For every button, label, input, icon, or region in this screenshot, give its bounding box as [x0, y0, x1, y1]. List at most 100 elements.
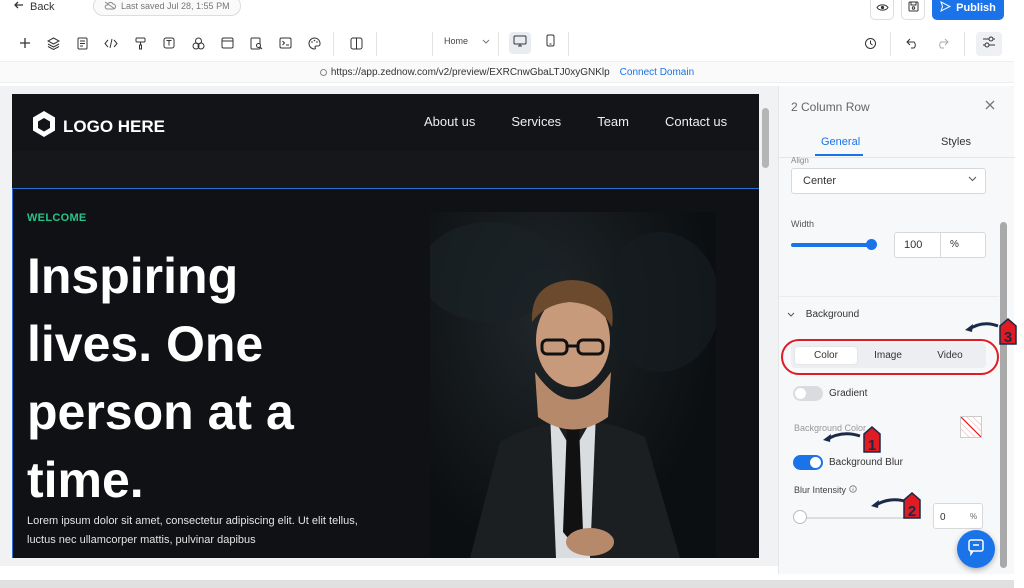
- palette-icon[interactable]: [306, 35, 322, 51]
- annotation-arrow-icon: 1: [823, 426, 881, 454]
- nav-link-about[interactable]: About us: [424, 114, 475, 129]
- arrow-left-icon: [14, 0, 24, 13]
- align-label: Align: [791, 156, 809, 165]
- canvas-scrollbar[interactable]: [761, 94, 771, 556]
- last-saved-badge: Last saved Jul 28, 1:55 PM: [93, 0, 241, 16]
- publish-button[interactable]: Publish: [932, 0, 1004, 20]
- settings-toggle-button[interactable]: [976, 32, 1002, 56]
- width-unit[interactable]: %: [941, 233, 959, 257]
- hero-photo[interactable]: [430, 212, 716, 558]
- cloud-off-icon: [104, 1, 116, 12]
- annotation-number: 3: [1004, 329, 1012, 346]
- close-icon[interactable]: [985, 98, 995, 113]
- no-color-icon: [961, 417, 981, 437]
- layers-icon[interactable]: [45, 35, 61, 51]
- form-search-icon[interactable]: [248, 35, 264, 51]
- hero-paragraph[interactable]: Lorem ipsum dolor sit amet, consectetur …: [27, 512, 372, 550]
- section-spacer: [12, 151, 759, 188]
- toolbar-divider: [568, 32, 569, 56]
- back-button[interactable]: Back: [14, 0, 54, 13]
- chat-icon: [967, 538, 985, 561]
- desktop-view-button[interactable]: [509, 32, 531, 54]
- blur-intensity-label: Blur Intensity: [794, 485, 857, 495]
- hexagon-logo-icon: [29, 109, 59, 144]
- width-input[interactable]: 100 %: [894, 232, 986, 258]
- save-icon: [908, 0, 919, 17]
- nav-link-services[interactable]: Services: [511, 114, 561, 129]
- align-select-value: Center: [803, 175, 837, 187]
- width-slider-track[interactable]: [791, 243, 871, 247]
- headline-line: time.: [27, 452, 144, 508]
- blur-intensity-text: Blur Intensity: [794, 485, 847, 495]
- blur-value[interactable]: 0: [940, 512, 946, 523]
- toolbar-divider: [333, 32, 334, 56]
- panel-title: 2 Column Row: [791, 100, 870, 114]
- blur-unit: %: [970, 512, 978, 521]
- blur-slider-knob[interactable]: [793, 510, 807, 524]
- paint-roller-icon[interactable]: [132, 35, 148, 51]
- sliders-icon: [982, 35, 996, 53]
- blur-intensity-input[interactable]: 0 %: [933, 503, 983, 529]
- save-button[interactable]: [901, 0, 925, 20]
- browser-icon[interactable]: [219, 35, 235, 51]
- annotation-number: 2: [908, 503, 916, 520]
- tab-general[interactable]: General: [814, 136, 864, 156]
- site-header[interactable]: LOGO HERE About us Services Team Contact…: [12, 94, 759, 151]
- connect-domain-link[interactable]: Connect Domain: [620, 67, 694, 78]
- columns-icon[interactable]: [348, 35, 364, 51]
- tab-styles[interactable]: Styles: [941, 136, 971, 148]
- top-bar: Back Last saved Jul 28, 1:55 PM Publish: [0, 0, 1014, 20]
- page-icon[interactable]: [74, 35, 90, 51]
- width-label: Width: [791, 219, 815, 229]
- width-value[interactable]: 100: [895, 233, 941, 257]
- headline-line: Inspiring: [27, 248, 239, 304]
- headline-line: lives. One: [27, 316, 264, 372]
- code-icon[interactable]: [103, 35, 119, 51]
- scrollbar-thumb[interactable]: [762, 108, 769, 168]
- width-slider-knob[interactable]: [866, 239, 877, 250]
- background-color-swatch[interactable]: [960, 416, 982, 438]
- text-icon[interactable]: [161, 35, 177, 51]
- window-bottom-edge: [0, 580, 1014, 588]
- chevron-down-icon: [482, 36, 490, 46]
- site-logo[interactable]: LOGO HERE: [29, 109, 165, 144]
- background-label: Background: [805, 309, 860, 320]
- info-icon[interactable]: [848, 485, 857, 495]
- chat-support-button[interactable]: [957, 530, 995, 568]
- redo-icon[interactable]: [934, 35, 950, 51]
- background-blur-label: Background Blur: [829, 457, 903, 468]
- editor-canvas: LOGO HERE About us Services Team Contact…: [0, 86, 778, 566]
- monitor-icon: [513, 34, 527, 52]
- panel-scrollbar[interactable]: [1000, 222, 1007, 574]
- status-dot-icon: [319, 68, 327, 76]
- phone-icon: [546, 34, 555, 52]
- shapes-icon[interactable]: [190, 35, 206, 51]
- annotation-arrow-icon: 2: [871, 492, 921, 520]
- scrollbar-thumb[interactable]: [1000, 222, 1007, 568]
- chevron-down-icon: [968, 174, 977, 185]
- preview-url[interactable]: https://app.zednow.com/v2/preview/EXRCnw…: [331, 67, 610, 78]
- welcome-eyebrow[interactable]: WELCOME: [27, 212, 87, 224]
- plus-icon[interactable]: [17, 35, 33, 51]
- terminal-icon[interactable]: [277, 35, 293, 51]
- hero-headline[interactable]: Inspiring lives. One person at a time.: [27, 242, 367, 514]
- site-nav: About us Services Team Contact us: [424, 114, 727, 129]
- toolbar-divider: [498, 32, 499, 56]
- page-selector[interactable]: Home: [444, 36, 490, 46]
- nav-link-team[interactable]: Team: [597, 114, 629, 129]
- nav-link-contact[interactable]: Contact us: [665, 114, 727, 129]
- align-select[interactable]: Center: [791, 168, 986, 194]
- page-preview[interactable]: LOGO HERE About us Services Team Contact…: [12, 94, 759, 558]
- mobile-view-button[interactable]: [539, 32, 561, 54]
- url-bar: https://app.zednow.com/v2/preview/EXRCnw…: [0, 61, 1014, 83]
- preview-button[interactable]: [870, 0, 894, 20]
- man-in-suit-illustration: [430, 222, 716, 558]
- publish-label: Publish: [956, 2, 996, 14]
- background-blur-toggle[interactable]: [793, 455, 823, 470]
- annotation-arrow-icon: 3: [965, 318, 1017, 346]
- history-icon[interactable]: [862, 35, 878, 51]
- toolbar-divider: [890, 32, 891, 56]
- undo-icon[interactable]: [904, 35, 920, 51]
- toolbar-divider: [432, 32, 433, 56]
- gradient-toggle[interactable]: [793, 386, 823, 401]
